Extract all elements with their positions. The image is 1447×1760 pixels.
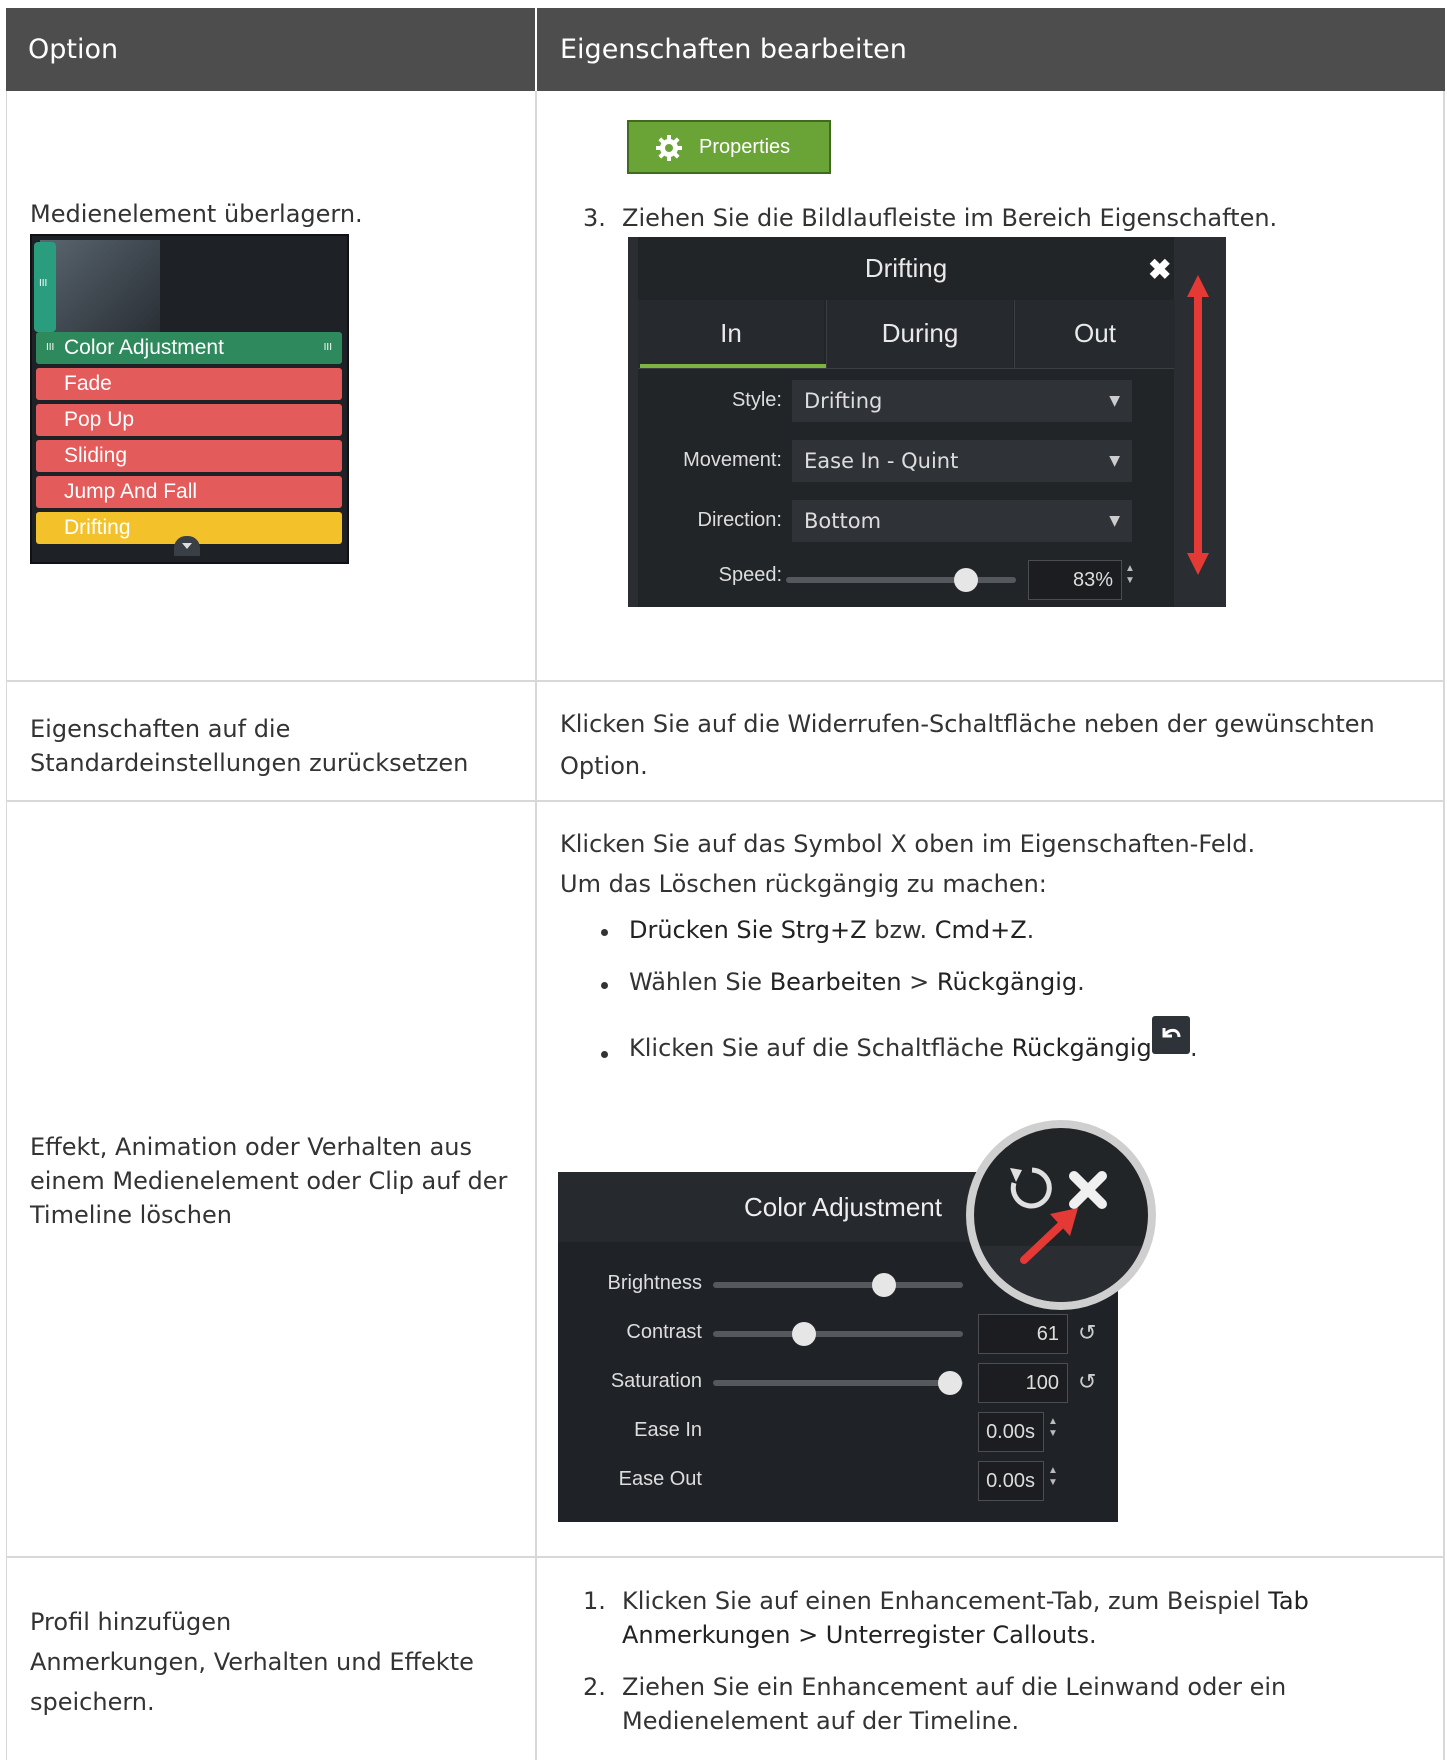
delete-desc-line1: Klicken Sie auf das Symbol X oben im Eig… — [560, 830, 1256, 858]
clip-handle[interactable]: III — [34, 242, 56, 332]
gear-icon — [656, 135, 682, 161]
header-option: Option — [28, 34, 119, 65]
option-overlay-media: Medienelement überlagern. — [30, 200, 363, 228]
direction-dropdown[interactable]: Bottom ▼ — [792, 500, 1132, 542]
track-fade[interactable]: Fade — [36, 368, 342, 400]
expand-chevron-icon[interactable] — [174, 536, 200, 556]
contrast-slider-handle[interactable] — [792, 1322, 816, 1346]
table-right-edge — [1443, 91, 1445, 1760]
timeline-screenshot: III III Color Adjustment III Fade Pop Up… — [30, 234, 349, 564]
bullet-icon — [601, 929, 608, 936]
bullet-button-period: . — [1190, 1034, 1198, 1062]
option-reset-line2: Standardeinstellungen zurücksetzen — [30, 749, 469, 777]
scroll-arrow-icon — [1187, 275, 1209, 575]
style-label: Style: — [731, 389, 782, 411]
dropdown-caret-icon: ▼ — [1109, 513, 1120, 529]
track-sliding[interactable]: Sliding — [36, 440, 342, 472]
contrast-label: Contrast — [626, 1321, 702, 1343]
header-divider — [535, 8, 537, 91]
reset-desc-line1: Klicken Sie auf die Widerrufen-Schaltflä… — [560, 710, 1375, 738]
panel-title: Drifting — [864, 253, 948, 283]
dropdown-caret-icon: ▼ — [1109, 393, 1120, 409]
saturation-value-field[interactable]: 100 — [978, 1363, 1068, 1403]
close-icon[interactable]: ✖ — [1148, 253, 1171, 286]
reset-desc-line2: Option. — [560, 752, 648, 780]
option-profile-line3: speichern. — [30, 1688, 155, 1716]
bullet-icon — [601, 1051, 608, 1058]
option-profile-line2: Anmerkungen, Verhalten und Effekte — [30, 1648, 474, 1676]
tab-divider — [638, 368, 1174, 369]
bullet-shortcut: Drücken Sie Strg+Z bzw. Cmd+Z. — [629, 916, 1035, 944]
bullet-icon — [601, 982, 608, 989]
column-divider — [535, 91, 537, 1760]
reset-saturation-icon[interactable]: ↺ — [1078, 1369, 1096, 1395]
undo-icon[interactable] — [1010, 1167, 1052, 1209]
brightness-slider[interactable] — [713, 1282, 963, 1288]
saturation-slider[interactable] — [713, 1380, 963, 1386]
undo-icon — [1152, 1016, 1190, 1054]
option-delete-line3: Timeline löschen — [30, 1201, 232, 1229]
style-dropdown[interactable]: Drifting ▼ — [792, 380, 1132, 422]
tab-in[interactable]: In — [638, 300, 824, 368]
track-jump-and-fall[interactable]: Jump And Fall — [36, 476, 342, 508]
zoom-callout — [966, 1120, 1156, 1310]
speed-label: Speed: — [718, 564, 782, 586]
reset-contrast-icon[interactable]: ↺ — [1078, 1320, 1096, 1346]
ease-in-spinner[interactable]: ▲ ▼ — [1048, 1416, 1058, 1440]
movement-label: Movement: — [683, 449, 782, 471]
contrast-value-field[interactable]: 61 — [978, 1314, 1068, 1354]
dropdown-caret-icon: ▼ — [1109, 453, 1120, 469]
track-grip-right: III — [323, 342, 332, 353]
option-delete-line2: einem Medienelement oder Clip auf der — [30, 1167, 508, 1195]
speed-slider-handle[interactable] — [954, 568, 978, 592]
ease-out-spinner[interactable]: ▲ ▼ — [1048, 1465, 1058, 1489]
table-left-edge — [6, 91, 7, 1760]
row-divider — [6, 800, 1445, 802]
speed-slider[interactable] — [786, 577, 1016, 583]
selected-tab-indicator — [640, 364, 826, 368]
close-icon[interactable] — [1069, 1171, 1107, 1209]
ease-out-field[interactable]: 0.00s — [978, 1461, 1044, 1501]
drifting-properties-panel: Drifting ✖ In During Out Style: Drifting… — [628, 237, 1226, 607]
tab-out[interactable]: Out — [1014, 300, 1175, 368]
speed-spinner[interactable]: ▲ ▼ — [1125, 563, 1135, 587]
properties-button[interactable]: Properties — [627, 120, 831, 174]
ease-in-field[interactable]: 0.00s — [978, 1412, 1044, 1452]
track-color-adjustment[interactable]: III Color Adjustment III — [36, 332, 342, 364]
header-edit-properties: Eigenschaften bearbeiten — [560, 34, 907, 65]
row-divider — [6, 680, 1445, 682]
step-text-scrollbar: Ziehen Sie die Bildlaufleiste im Bereich… — [622, 204, 1278, 232]
ease-out-label: Ease Out — [618, 1468, 702, 1490]
option-reset-line1: Eigenschaften auf die — [30, 715, 291, 743]
option-delete-line1: Effekt, Animation oder Verhalten aus — [30, 1133, 472, 1161]
ease-in-label: Ease In — [634, 1419, 702, 1441]
step2-line2: Medienelement auf der Timeline. — [622, 1707, 1020, 1735]
step2-line1: Ziehen Sie ein Enhancement auf die Leinw… — [622, 1673, 1287, 1701]
step-number: 2. — [583, 1673, 606, 1701]
step1-line2: Anmerkungen > Unterregister Callouts. — [622, 1621, 1097, 1649]
track-grip-left: III — [46, 342, 55, 353]
bullet-button: Klicken Sie auf die Schaltfläche Rückgän… — [629, 1034, 1152, 1062]
saturation-label: Saturation — [610, 1370, 702, 1392]
option-profile-line1: Profil hinzufügen — [30, 1608, 232, 1636]
brightness-slider-handle[interactable] — [872, 1273, 896, 1297]
saturation-slider-handle[interactable] — [938, 1371, 962, 1395]
contrast-slider[interactable] — [713, 1331, 963, 1337]
direction-label: Direction: — [697, 509, 782, 531]
step-number: 3. — [583, 204, 606, 232]
track-pop-up[interactable]: Pop Up — [36, 404, 342, 436]
bullet-menu: Wählen Sie Bearbeiten > Rückgängig. — [629, 968, 1085, 996]
table-header: Option Eigenschaften bearbeiten — [6, 8, 1445, 91]
delete-desc-line2: Um das Löschen rückgängig zu machen: — [560, 870, 1047, 898]
speed-value-field[interactable]: 83% — [1028, 560, 1122, 600]
movement-dropdown[interactable]: Ease In - Quint ▼ — [792, 440, 1132, 482]
clip-thumbnail — [40, 240, 160, 332]
step1-line1: Klicken Sie auf einen Enhancement-Tab, z… — [622, 1587, 1309, 1615]
row-divider — [6, 1556, 1445, 1558]
step-number: 1. — [583, 1587, 606, 1615]
tab-during[interactable]: During — [826, 300, 1013, 368]
brightness-label: Brightness — [607, 1272, 703, 1294]
